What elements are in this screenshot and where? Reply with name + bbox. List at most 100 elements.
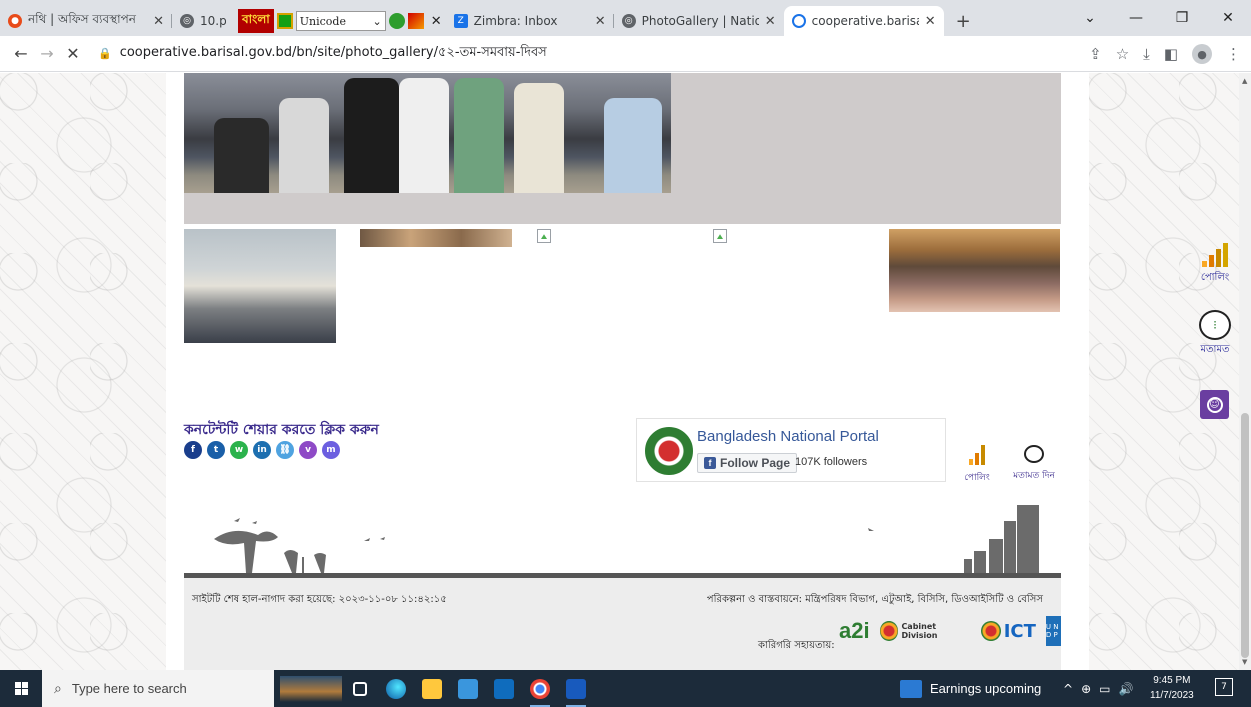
tab-strip: ● নথি | অফিস ব্যবস্থাপন ✕ ◎ 10.pdf বাংলা… [0, 0, 1251, 36]
govt-seal-logo[interactable] [645, 427, 693, 475]
viber-icon[interactable]: v [299, 441, 317, 459]
page-scrollbar[interactable]: ▲ ▼ [1239, 73, 1251, 670]
facebook-icon[interactable]: f [184, 441, 202, 459]
decorative-pattern-right [1089, 73, 1239, 670]
close-icon[interactable]: ✕ [431, 14, 442, 29]
network-icon[interactable]: ⊕ [1081, 682, 1091, 696]
tab-pdf[interactable]: ◎ 10.pdf [172, 6, 234, 36]
clock-date: 11/7/2023 [1150, 690, 1194, 701]
close-icon[interactable]: ✕ [153, 14, 164, 29]
tab-title: cooperative.barisal.g [811, 14, 919, 28]
cabinet-label: Cabinet Division [901, 622, 938, 640]
share-icon[interactable]: ⇪ [1089, 45, 1102, 63]
word-icon[interactable] [558, 670, 594, 707]
link-icon[interactable]: ⛓ [276, 441, 294, 459]
feedback-label: মতামত [1200, 344, 1230, 355]
layout-select[interactable]: Unicode ⌄ [295, 11, 386, 31]
search-highlight-image[interactable] [280, 675, 342, 702]
tab-title: নথি | অফিস ব্যবস্থাপন [28, 12, 136, 26]
gallery-thumbnail[interactable] [184, 229, 336, 343]
messenger-icon[interactable]: m [322, 441, 340, 459]
twitter-icon[interactable]: t [207, 441, 225, 459]
tab-photogallery[interactable]: ◎ PhotoGallery | Nation ✕ [614, 6, 784, 36]
new-tab-button[interactable]: + [944, 6, 983, 36]
gallery-thumbnail[interactable] [360, 229, 512, 247]
broken-image-icon[interactable] [713, 229, 727, 243]
file-explorer-icon[interactable] [414, 670, 450, 707]
disable-icon[interactable] [407, 13, 424, 29]
close-icon[interactable]: ✕ [595, 14, 606, 29]
a2i-logo[interactable]: a2i [839, 618, 870, 644]
scroll-up-icon[interactable]: ▲ [1242, 77, 1247, 85]
gallery-thumbnail[interactable] [889, 229, 1060, 312]
news-widget[interactable]: Earnings upcoming [900, 670, 1041, 707]
scrollbar-thumb[interactable] [1241, 413, 1249, 658]
layout-value: Unicode [299, 14, 346, 28]
search-placeholder: Type here to search [71, 681, 187, 696]
floating-poll-link[interactable]: পোলিং [1195, 243, 1235, 287]
tab-cooperative[interactable]: cooperative.barisal.g ✕ [783, 6, 944, 36]
profile-avatar[interactable]: ● [1192, 44, 1212, 64]
page-viewport: কনটেন্টটি শেয়ার করতে ক্লিক করুন f t w i… [0, 73, 1239, 670]
feedback-label: মতামত দিন [1013, 471, 1055, 481]
tab-search-icon[interactable]: ⌄ [1067, 10, 1113, 26]
decorative-pattern-left [0, 73, 166, 670]
main-gallery-photo[interactable] [184, 73, 671, 193]
store-icon[interactable] [450, 670, 486, 707]
edge-icon[interactable] [378, 670, 414, 707]
windows-icon [14, 682, 28, 695]
broken-image-icon[interactable] [537, 229, 551, 243]
feedback-link[interactable]: মতামত দিন [1004, 445, 1064, 483]
taskbar-search[interactable]: ⌕ Type here to search [42, 670, 274, 707]
stop-loading-icon[interactable]: ✕ [60, 44, 86, 63]
show-hidden-icons[interactable]: ^ [1063, 682, 1073, 696]
close-icon[interactable]: ✕ [925, 14, 936, 29]
close-window-button[interactable]: ✕ [1205, 10, 1251, 26]
keyboard-toggle-icon[interactable] [276, 13, 293, 29]
clock[interactable]: 9:45 PM 11/7/2023 [1150, 673, 1194, 703]
globe-toggle-icon[interactable] [388, 13, 405, 29]
browser-toolbar: ← → ✕ 🔒 cooperative.barisal.gov.bd/bn/si… [0, 36, 1251, 72]
bijoy-brand-button[interactable]: বাংলা [238, 9, 274, 33]
bar-chart-icon [1202, 243, 1228, 267]
bookmark-star-icon[interactable]: ☆ [1116, 45, 1129, 63]
poll-link[interactable]: পোলিং [962, 445, 992, 485]
forward-icon[interactable]: → [34, 44, 60, 63]
address-bar[interactable]: cooperative.barisal.gov.bd/bn/site/photo… [120, 43, 547, 64]
facebook-page-name[interactable]: Bangladesh National Portal [697, 428, 879, 445]
ict-division-logo[interactable]: ICT [980, 621, 1036, 642]
bar-chart-icon [969, 445, 985, 465]
system-tray: ^ ⊕ ▭ 🔊 [1063, 670, 1133, 707]
accessibility-button[interactable]: ☺ [1200, 390, 1229, 419]
side-panel-icon[interactable]: ◧ [1164, 45, 1178, 63]
search-icon: ⌕ [54, 680, 62, 696]
floating-feedback-link[interactable]: ⁝ মতামত [1195, 310, 1235, 359]
tab-nothi[interactable]: ● নথি | অফিস ব্যবস্থাপন ✕ [0, 6, 172, 36]
menu-icon[interactable]: ⋮ [1226, 45, 1241, 63]
scroll-down-icon[interactable]: ▼ [1242, 658, 1247, 666]
followers-count: 107K followers [795, 456, 868, 468]
close-icon[interactable]: ✕ [765, 14, 776, 29]
linkedin-icon[interactable]: in [253, 441, 271, 459]
restore-button[interactable]: ❐ [1159, 10, 1205, 26]
planning-credits: পরিকল্পনা ও বাস্তবায়নে: মন্ত্রিপরিষদ বি… [706, 594, 1043, 605]
lock-icon[interactable]: 🔒 [98, 47, 112, 60]
poll-label: পোলিং [1200, 272, 1230, 283]
battery-icon[interactable]: ▭ [1099, 682, 1110, 696]
tab-zimbra[interactable]: Z Zimbra: Inbox ✕ [446, 6, 614, 36]
mail-icon[interactable] [486, 670, 522, 707]
download-icon[interactable]: ⤓ [1143, 45, 1150, 63]
loading-icon [791, 14, 806, 28]
undp-logo[interactable]: U N D P [1045, 616, 1061, 646]
minimize-button[interactable]: — [1113, 10, 1159, 26]
back-icon[interactable]: ← [8, 44, 34, 63]
whatsapp-icon[interactable]: w [230, 441, 248, 459]
cabinet-division-logo[interactable]: Cabinet Division [879, 621, 971, 641]
volume-icon[interactable]: 🔊 [1118, 682, 1133, 696]
follow-page-button[interactable]: f Follow Page [697, 453, 798, 473]
clock-time: 9:45 PM [1153, 675, 1191, 686]
chrome-icon[interactable] [522, 670, 558, 707]
task-view-icon[interactable] [342, 670, 378, 707]
start-button[interactable] [0, 670, 42, 707]
notification-center-button[interactable]: 7 [1215, 678, 1233, 696]
